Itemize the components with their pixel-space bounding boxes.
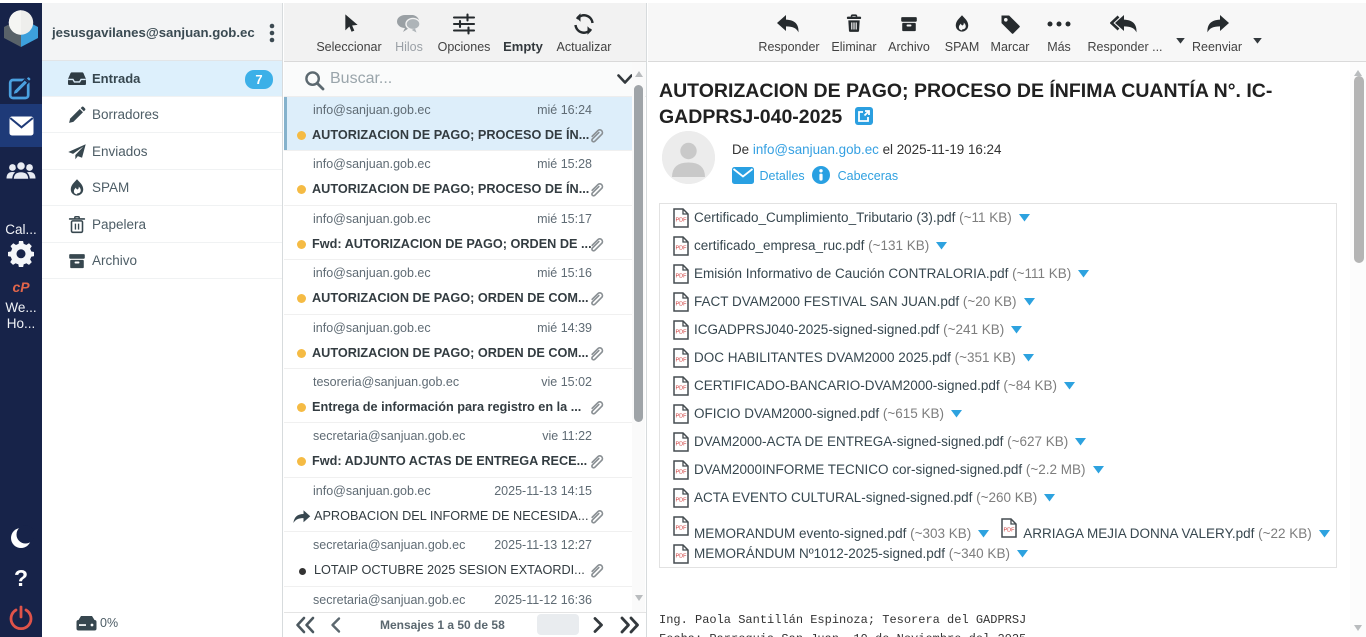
svg-text:PDF: PDF	[676, 554, 688, 560]
svg-text:PDF: PDF	[676, 302, 688, 308]
svg-text:PDF: PDF	[676, 498, 688, 504]
svg-text:PDF: PDF	[676, 414, 688, 420]
svg-text:PDF: PDF	[676, 274, 688, 280]
svg-text:PDF: PDF	[676, 386, 688, 392]
svg-text:PDF: PDF	[676, 526, 688, 532]
svg-text:PDF: PDF	[676, 358, 688, 364]
svg-text:PDF: PDF	[1004, 528, 1016, 534]
svg-text:PDF: PDF	[676, 246, 688, 252]
svg-text:PDF: PDF	[676, 470, 688, 476]
svg-text:PDF: PDF	[676, 218, 688, 224]
svg-text:PDF: PDF	[676, 330, 688, 336]
svg-text:PDF: PDF	[676, 442, 688, 448]
